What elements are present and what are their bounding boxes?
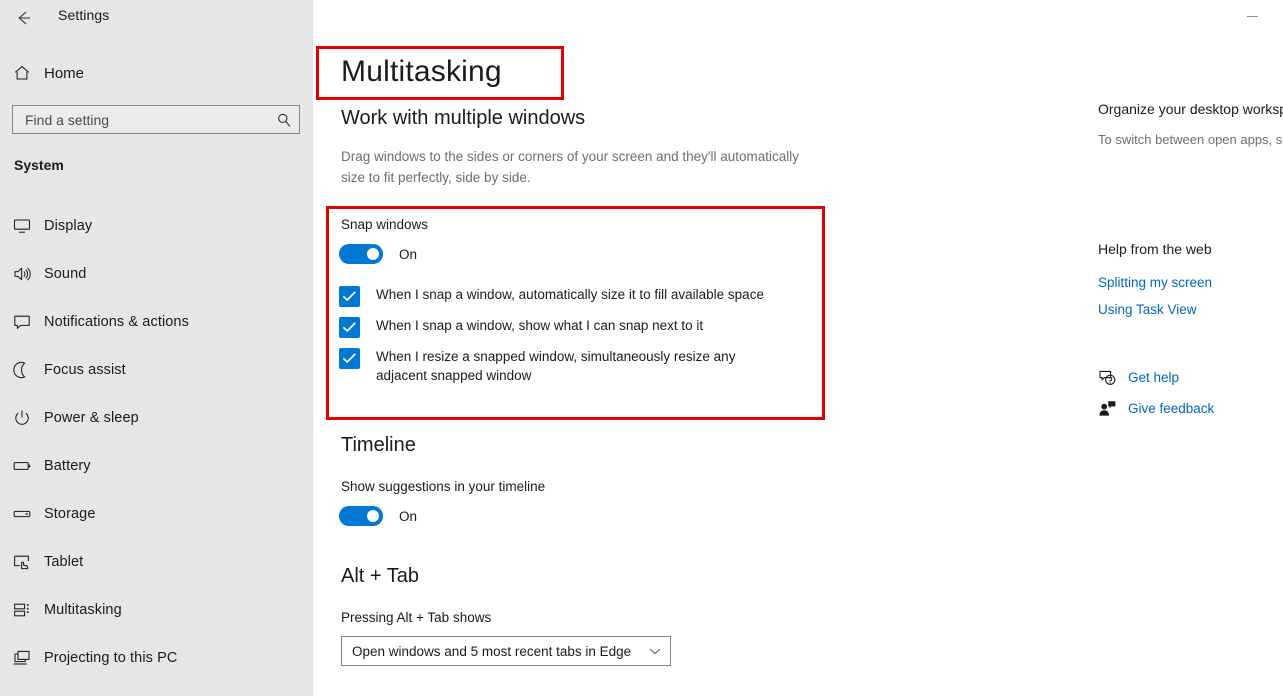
work-with-windows-heading: Work with multiple windows (341, 107, 586, 129)
sidebar: Settings Home System (0, 0, 616, 696)
checkmark-icon[interactable] (339, 348, 360, 369)
snap-checkbox-fill-space[interactable]: When I snap a window, automatically size… (339, 285, 809, 307)
sidebar-item-label-power-sleep: Power & sleep (44, 410, 139, 426)
get-help-action[interactable]: Get help (1098, 368, 1179, 387)
right-panel-body: To switch between open apps, select the … (1098, 132, 1283, 147)
sidebar-item-sound[interactable]: Sound (0, 250, 313, 298)
help-link-using-task-view[interactable]: Using Task View (1098, 302, 1197, 317)
get-help-label[interactable]: Get help (1128, 370, 1179, 385)
sidebar-item-multitasking[interactable]: Multitasking (0, 586, 313, 634)
search-icon[interactable] (269, 106, 299, 133)
sidebar-item-tablet[interactable]: Tablet (0, 538, 313, 586)
snap-checkbox-label-fill-space: When I snap a window, automatically size… (376, 287, 764, 302)
snap-windows-toggle-switch[interactable] (339, 244, 383, 264)
sidebar-item-power-sleep[interactable]: Power & sleep (0, 394, 313, 442)
snap-checkbox-show-next-to[interactable]: When I snap a window, show what I can sn… (339, 316, 809, 338)
sidebar-item-label-home: Home (44, 64, 85, 82)
sidebar-item-label-projecting: Projecting to this PC (44, 650, 178, 666)
right-panel-title: Organize your desktop workspace (1098, 101, 1283, 117)
give-feedback-action[interactable]: Give feedback (1098, 399, 1214, 418)
alt-tab-heading: Alt + Tab (341, 565, 420, 587)
sidebar-item-display[interactable]: Display (0, 202, 313, 250)
drive-icon (0, 504, 44, 524)
give-feedback-icon (1098, 399, 1124, 418)
snap-options-list: When I snap a window, automatically size… (339, 285, 809, 394)
chevron-down-icon[interactable] (640, 644, 670, 658)
speech-bubble-icon (0, 312, 44, 332)
give-feedback-label[interactable]: Give feedback (1128, 401, 1214, 416)
monitor-icon (0, 216, 44, 236)
right-info-panel: Organize your desktop workspace To switc… (1098, 0, 1283, 696)
toggle-knob (367, 248, 379, 260)
alt-tab-dropdown[interactable]: Open windows and 5 most recent tabs in E… (341, 636, 671, 666)
settings-window: Settings Home System (0, 0, 1283, 696)
search-box[interactable] (12, 105, 300, 134)
tablet-hand-icon (0, 552, 44, 572)
sidebar-item-label-focus-assist: Focus assist (44, 362, 126, 378)
help-link-splitting-my-screen[interactable]: Splitting my screen (1098, 275, 1212, 290)
snap-checkbox-resize-adjacent[interactable]: When I resize a snapped window, simultan… (339, 347, 809, 385)
sidebar-item-home[interactable]: Home (0, 57, 313, 89)
sidebar-item-focus-assist[interactable]: Focus assist (0, 346, 313, 394)
toggle-knob (367, 510, 379, 522)
alt-tab-selected-value: Open windows and 5 most recent tabs in E… (352, 643, 632, 659)
sidebar-item-label-tablet: Tablet (44, 554, 84, 570)
battery-icon (0, 456, 44, 476)
sidebar-item-label-display: Display (44, 218, 93, 234)
sidebar-item-projecting[interactable]: Projecting to this PC (0, 634, 313, 682)
timeline-toggle-state: On (399, 508, 418, 524)
work-with-windows-description: Drag windows to the sides or corners of … (341, 149, 800, 185)
page-title: Multitasking (341, 55, 502, 88)
sidebar-group-label: System (14, 157, 64, 173)
sidebar-item-label-sound: Sound (44, 266, 87, 282)
timeline-suggestions-label: Show suggestions in your timeline (341, 479, 546, 494)
alt-tab-label: Pressing Alt + Tab shows (341, 610, 492, 625)
title-bar: Settings (0, 0, 313, 36)
sidebar-nav-list: Display Sound Notifications & actions Fo… (0, 202, 313, 682)
multitasking-icon (0, 600, 44, 620)
moon-icon (0, 360, 44, 380)
search-input[interactable] (13, 106, 269, 133)
sidebar-item-label-storage: Storage (44, 506, 96, 522)
home-icon (0, 64, 44, 82)
help-from-web-title: Help from the web (1098, 241, 1212, 257)
projecting-icon (0, 648, 44, 668)
snap-windows-toggle-state: On (399, 246, 418, 262)
timeline-suggestions-toggle[interactable]: On (339, 506, 417, 526)
snap-windows-label: Snap windows (341, 217, 429, 232)
sidebar-item-label-battery: Battery (44, 458, 91, 474)
snap-checkbox-label-show-next-to: When I snap a window, show what I can sn… (376, 318, 704, 333)
app-title: Settings (58, 7, 110, 23)
sidebar-item-label-notifications: Notifications & actions (44, 314, 189, 330)
sidebar-item-notifications[interactable]: Notifications & actions (0, 298, 313, 346)
speaker-icon (0, 264, 44, 284)
sidebar-item-label-multitasking: Multitasking (44, 602, 122, 618)
checkmark-icon[interactable] (339, 286, 360, 307)
checkmark-icon[interactable] (339, 317, 360, 338)
sidebar-item-battery[interactable]: Battery (0, 442, 313, 490)
get-help-icon (1098, 368, 1124, 387)
back-arrow-icon[interactable] (8, 3, 40, 33)
power-icon (0, 408, 44, 428)
timeline-toggle-switch[interactable] (339, 506, 383, 526)
snap-windows-toggle[interactable]: On (339, 244, 417, 264)
snap-checkbox-label-resize-adjacent: When I resize a snapped window, simultan… (376, 349, 736, 383)
sidebar-item-storage[interactable]: Storage (0, 490, 313, 538)
timeline-heading: Timeline (341, 434, 416, 456)
